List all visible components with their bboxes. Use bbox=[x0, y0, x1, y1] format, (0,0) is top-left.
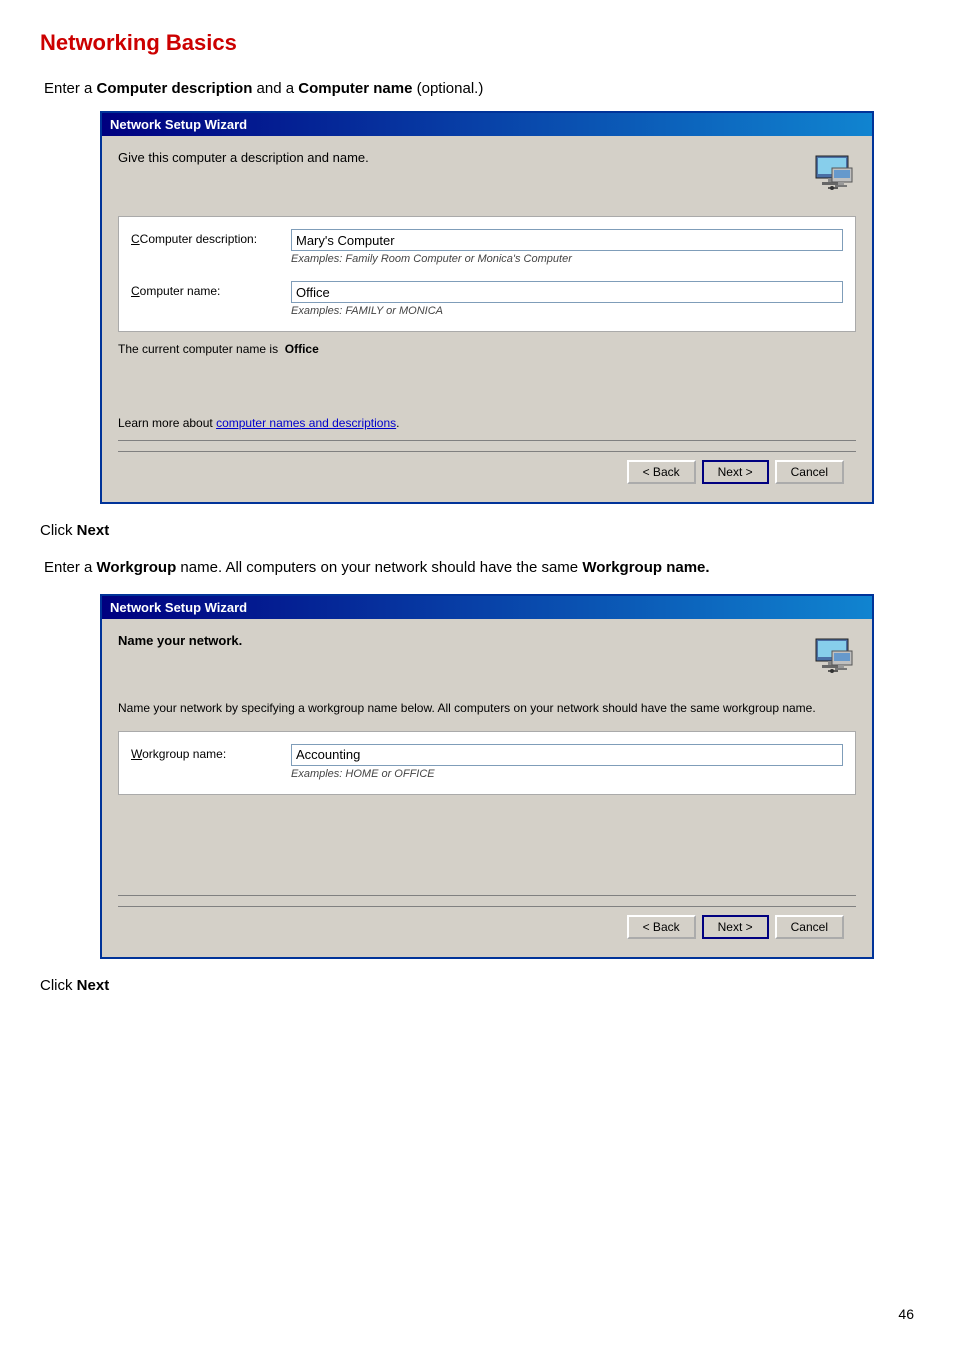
computer-description-label: CComputer description: bbox=[131, 229, 291, 246]
wizard2-header-text: Name your network. bbox=[118, 633, 242, 648]
page-title: Networking Basics bbox=[40, 30, 914, 56]
click-next-2: Click Next bbox=[40, 977, 914, 994]
wizard1-next-button[interactable]: Next > bbox=[702, 460, 769, 484]
wizard2-body: Name your network. Name your bbox=[102, 619, 872, 957]
wizard1-header-section: Give this computer a description and nam… bbox=[118, 150, 856, 198]
computer-name-input[interactable] bbox=[291, 281, 843, 303]
wizard2-dialog: Network Setup Wizard Name your network. bbox=[100, 594, 874, 959]
computer-name-field-group: Examples: FAMILY or MONICA bbox=[291, 281, 843, 317]
computer-name-label: Computer name: bbox=[131, 281, 291, 298]
wizard2-cancel-button[interactable]: Cancel bbox=[775, 915, 844, 939]
wizard2-back-button[interactable]: < Back bbox=[627, 915, 696, 939]
workgroup-name-field-group: Examples: HOME or OFFICE bbox=[291, 744, 843, 780]
computer-description-input[interactable] bbox=[291, 229, 843, 251]
wizard1-footer: < Back Next > Cancel bbox=[118, 451, 856, 492]
computer-description-field-group: Examples: Family Room Computer or Monica… bbox=[291, 229, 843, 265]
wizard2-description: Name your network by specifying a workgr… bbox=[118, 699, 856, 717]
workgroup-name-hint: Examples: HOME or OFFICE bbox=[291, 768, 843, 780]
network-icon bbox=[808, 150, 856, 198]
computer-description-row: CComputer description: Examples: Family … bbox=[131, 225, 843, 269]
computer-name-hint: Examples: FAMILY or MONICA bbox=[291, 305, 843, 317]
wizard1-dialog: Network Setup Wizard Give this computer … bbox=[100, 111, 874, 504]
wizard2-form-section: Workgroup name: Examples: HOME or OFFICE bbox=[118, 731, 856, 795]
workgroup-name-label: Workgroup name: bbox=[131, 744, 291, 761]
workgroup-name-row: Workgroup name: Examples: HOME or OFFICE bbox=[131, 740, 843, 784]
learn-more-link[interactable]: computer names and descriptions bbox=[216, 416, 396, 430]
computer-description-hint: Examples: Family Room Computer or Monica… bbox=[291, 253, 843, 265]
section1-intro: Enter a Computer description and a Compu… bbox=[40, 80, 914, 97]
wizard1-body: Give this computer a description and nam… bbox=[102, 136, 872, 502]
wizard1-form-section: CComputer description: Examples: Family … bbox=[118, 216, 856, 332]
wizard2-header-section: Name your network. bbox=[118, 633, 856, 681]
wizard1-cancel-button[interactable]: Cancel bbox=[775, 460, 844, 484]
network-icon-svg bbox=[808, 150, 856, 198]
section2-intro: Enter a Workgroup name. All computers on… bbox=[40, 557, 914, 580]
network-icon-svg-2 bbox=[808, 633, 856, 681]
wizard1-titlebar: Network Setup Wizard bbox=[102, 113, 872, 136]
wizard1-separator bbox=[118, 440, 856, 441]
wizard1-header-text: Give this computer a description and nam… bbox=[118, 150, 369, 165]
wizard2-footer: < Back Next > Cancel bbox=[118, 906, 856, 947]
learn-more-text: Learn more about computer names and desc… bbox=[118, 416, 856, 430]
network-icon-2 bbox=[808, 633, 856, 681]
wizard2-separator bbox=[118, 895, 856, 896]
wizard2-titlebar: Network Setup Wizard bbox=[102, 596, 872, 619]
wizard1-back-button[interactable]: < Back bbox=[627, 460, 696, 484]
current-name-text: The current computer name is Office bbox=[118, 342, 856, 356]
page-number: 46 bbox=[898, 1306, 914, 1322]
computer-name-row: Computer name: Examples: FAMILY or MONIC… bbox=[131, 277, 843, 321]
click-next-1: Click Next bbox=[40, 522, 914, 539]
workgroup-name-input[interactable] bbox=[291, 744, 843, 766]
wizard2-next-button[interactable]: Next > bbox=[702, 915, 769, 939]
